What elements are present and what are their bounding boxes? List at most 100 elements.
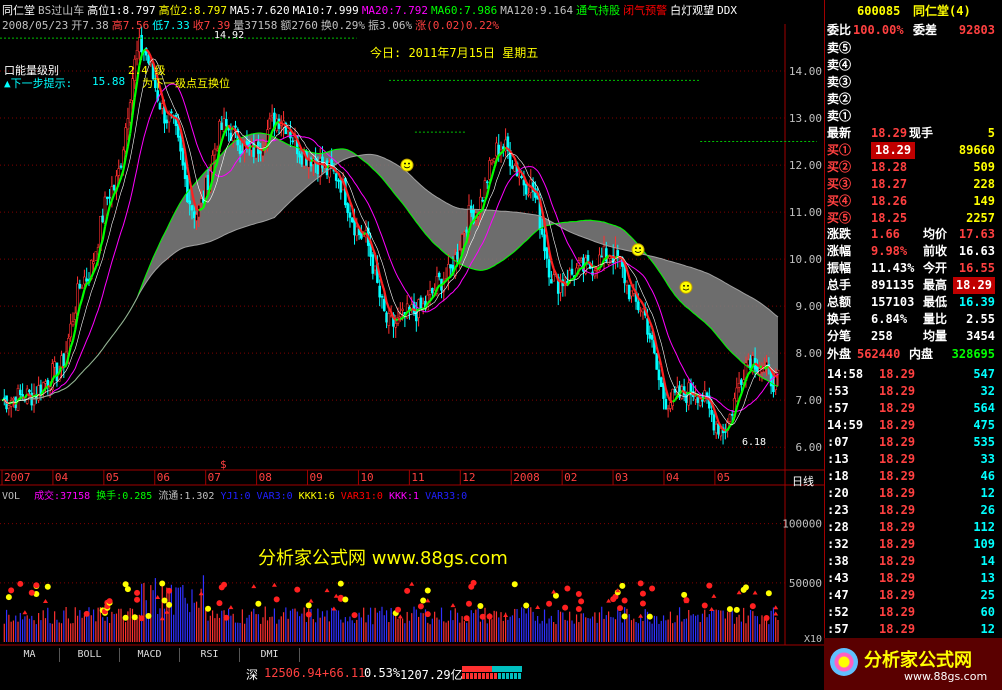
tab-ma[interactable]: MA	[0, 648, 60, 662]
header-indicator-line: 同仁堂 BS过山车 高位1:8.797 高位2:8.797 MA5:7.620 MA10:…	[2, 2, 740, 18]
volume-up-arrow	[228, 605, 234, 610]
candle-body	[488, 160, 491, 180]
volume-signal-dot	[8, 587, 15, 594]
trend-line-seg	[71, 329, 77, 341]
buy-volume: 228	[973, 177, 995, 191]
volume-up-arrow	[638, 613, 644, 618]
smiley-face	[679, 280, 693, 294]
trend-line-seg	[33, 394, 37, 398]
tick-time: :13	[827, 452, 849, 466]
candle-body	[648, 333, 652, 339]
candle-body	[527, 193, 530, 196]
smiley-eye	[683, 284, 685, 287]
vol-indicator: 流通:1.302	[158, 491, 215, 502]
volume-up-arrow	[22, 610, 28, 615]
tick-row: 14:59 18.29 475	[827, 417, 1001, 434]
tick-price: 18.29	[879, 367, 916, 381]
volume-signal-dot	[479, 613, 486, 620]
trend-line-seg	[587, 260, 591, 265]
next-step-action: 为下一级点互换位	[142, 77, 230, 90]
candle-body	[270, 114, 274, 118]
buy-volume: 89660	[958, 143, 995, 157]
candle-body	[190, 205, 194, 211]
x-tick-label: 04	[55, 471, 69, 484]
trend-line-seg	[380, 282, 386, 292]
weibi-label: 委比	[827, 23, 852, 37]
candle-body	[765, 361, 768, 366]
tick-volume: 12	[980, 622, 995, 636]
candle-body	[85, 278, 88, 282]
tick-time: :57	[827, 401, 849, 415]
tab-dmi[interactable]: DMI	[240, 648, 300, 662]
weicha-value: 92803	[958, 23, 995, 37]
volume-up-arrow	[324, 588, 330, 593]
trend-line-seg	[660, 365, 665, 378]
volume-signal-dot	[305, 611, 312, 618]
volume-up-arrow	[752, 590, 758, 595]
y-tick-label: 14.00	[789, 65, 822, 78]
site-logo[interactable]: 分析家公式网 www.88gs.com	[824, 638, 1002, 690]
candle-body	[220, 122, 224, 130]
buy-row: 买④ 18.26 149	[827, 193, 1001, 210]
tick-row: :38 18.29 14	[827, 553, 1001, 570]
smiley-face	[631, 243, 645, 257]
trend-line-seg	[331, 166, 335, 170]
tick-time: 14:59	[827, 418, 864, 432]
tick-row: :32 18.29 109	[827, 536, 1001, 553]
x-tick-label: 11	[411, 471, 424, 484]
trend-line-seg	[560, 280, 564, 283]
tab-macd[interactable]: MACD	[120, 648, 180, 662]
candle-body	[385, 312, 388, 323]
trend-line-seg	[504, 146, 509, 150]
candle-body	[602, 245, 606, 260]
candle-body	[431, 287, 434, 294]
stat-row: 振幅 11.43% 今开 16.55	[827, 260, 1001, 277]
candle-body	[511, 165, 514, 169]
trend-line-seg	[301, 149, 305, 153]
tick-time: :52	[827, 605, 849, 619]
hdr1-item: 同仁堂	[2, 4, 35, 17]
stat-value: 9.98%	[871, 244, 908, 258]
candle-body	[513, 165, 517, 172]
candle-body	[225, 119, 228, 127]
hdr1-item: MA120:9.164	[500, 4, 574, 17]
tick-price: 18.29	[879, 469, 916, 483]
candle-body	[737, 383, 741, 388]
candle-body	[213, 148, 217, 156]
tab-rsi[interactable]: RSI	[180, 648, 240, 662]
candle-body	[300, 155, 304, 165]
volume-signal-dot	[477, 603, 484, 610]
candle-body	[637, 301, 640, 311]
trend-line-seg	[408, 308, 413, 312]
stat-value: 11.43%	[871, 261, 915, 275]
volume-up-arrow	[409, 581, 415, 586]
trend-line-seg	[427, 300, 431, 304]
candle-body	[355, 226, 359, 237]
stat-label: 总手	[827, 278, 852, 292]
trend-line-seg	[681, 389, 685, 393]
trend-line-seg	[94, 260, 100, 268]
candle-body	[181, 148, 185, 166]
candle-body	[28, 389, 31, 393]
tick-row: :28 18.29 112	[827, 519, 1001, 536]
vol-tick-label: 50000	[789, 577, 822, 590]
x-tick-label: 10	[360, 471, 373, 484]
volume-signal-dot	[523, 602, 530, 609]
trend-line-seg	[312, 159, 317, 163]
candle-body	[126, 118, 130, 130]
candle-body	[740, 379, 743, 385]
tab-boll[interactable]: BOLL	[60, 648, 120, 662]
tick-time: :32	[827, 537, 849, 551]
candle-body	[657, 369, 661, 381]
sell-label: 卖①	[827, 109, 852, 123]
hdr2-item: 振3.06%	[367, 19, 413, 32]
candle-body	[710, 409, 713, 415]
buy-row: 买⑤ 18.25 2257	[827, 210, 1001, 227]
tick-price: 18.29	[879, 401, 916, 415]
tick-price: 18.29	[879, 622, 916, 636]
buy-label: 买③	[827, 177, 852, 191]
trend-line-seg	[772, 373, 777, 377]
trend-line-seg	[196, 208, 200, 212]
trend-line-seg	[625, 269, 631, 279]
candle-body	[138, 37, 141, 53]
